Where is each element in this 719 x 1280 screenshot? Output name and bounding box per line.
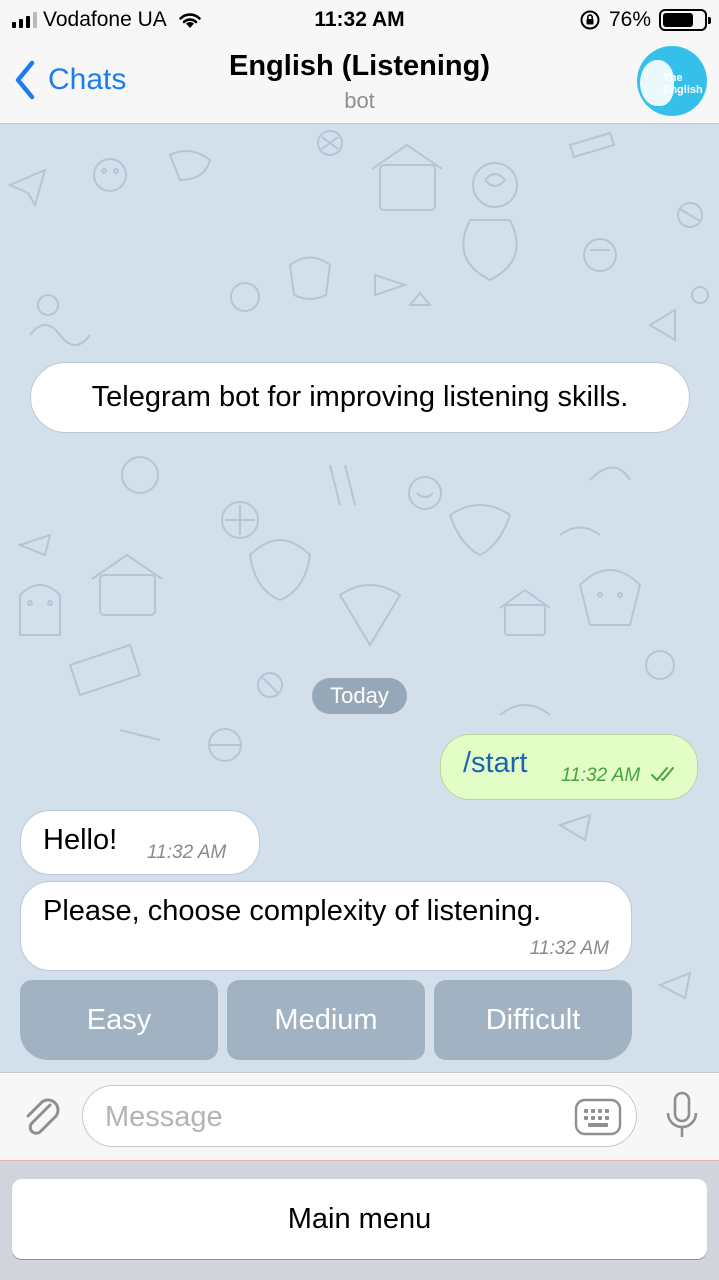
paperclip-icon[interactable] xyxy=(20,1093,64,1141)
status-bar: Vodafone UA 11:32 AM 76% xyxy=(0,0,719,40)
message-text: Please, choose complexity of listening. xyxy=(43,895,542,927)
status-right: 76% xyxy=(579,8,711,32)
message-field[interactable] xyxy=(82,1085,637,1147)
reply-keyboard: Main menu xyxy=(0,1160,719,1280)
message-input[interactable] xyxy=(105,1098,545,1136)
microphone-icon[interactable] xyxy=(665,1091,699,1141)
orientation-lock-icon xyxy=(580,10,600,30)
inline-button-easy[interactable]: Easy xyxy=(20,980,218,1060)
message-time: 11:32 AM xyxy=(529,938,609,959)
battery-level xyxy=(663,13,694,27)
message-time: 11:32 AM xyxy=(147,842,227,863)
incoming-message[interactable]: Please, choose complexity of listening. … xyxy=(20,881,632,971)
battery-icon xyxy=(659,9,711,31)
message-text: /start xyxy=(463,747,528,779)
bot-avatar[interactable]: The English xyxy=(637,46,707,116)
date-separator: Today xyxy=(312,678,407,714)
read-checkmarks-icon xyxy=(651,767,674,781)
outgoing-message[interactable]: /start 11:32 AM xyxy=(440,734,698,800)
chat-title[interactable]: English (Listening) xyxy=(0,50,719,83)
incoming-message[interactable]: Hello! 11:32 AM xyxy=(20,810,260,875)
message-input-bar xyxy=(0,1072,719,1160)
nav-bar: Chats English (Listening) bot The Englis… xyxy=(0,40,719,124)
avatar-logo-text: The English xyxy=(663,72,703,96)
message-text: Hello! xyxy=(43,824,118,856)
bot-description: Telegram bot for improving listening ski… xyxy=(30,362,690,433)
battery-percent: 76% xyxy=(608,8,651,31)
inline-button-difficult[interactable]: Difficult xyxy=(434,980,632,1060)
chat-area[interactable]: Telegram bot for improving listening ski… xyxy=(0,125,719,1072)
keyboard-icon[interactable] xyxy=(574,1098,622,1136)
chat-subtitle: bot xyxy=(344,88,375,113)
message-time: 11:32 AM xyxy=(561,765,641,786)
main-menu-button[interactable]: Main menu xyxy=(12,1179,707,1259)
inline-button-medium[interactable]: Medium xyxy=(227,980,425,1060)
